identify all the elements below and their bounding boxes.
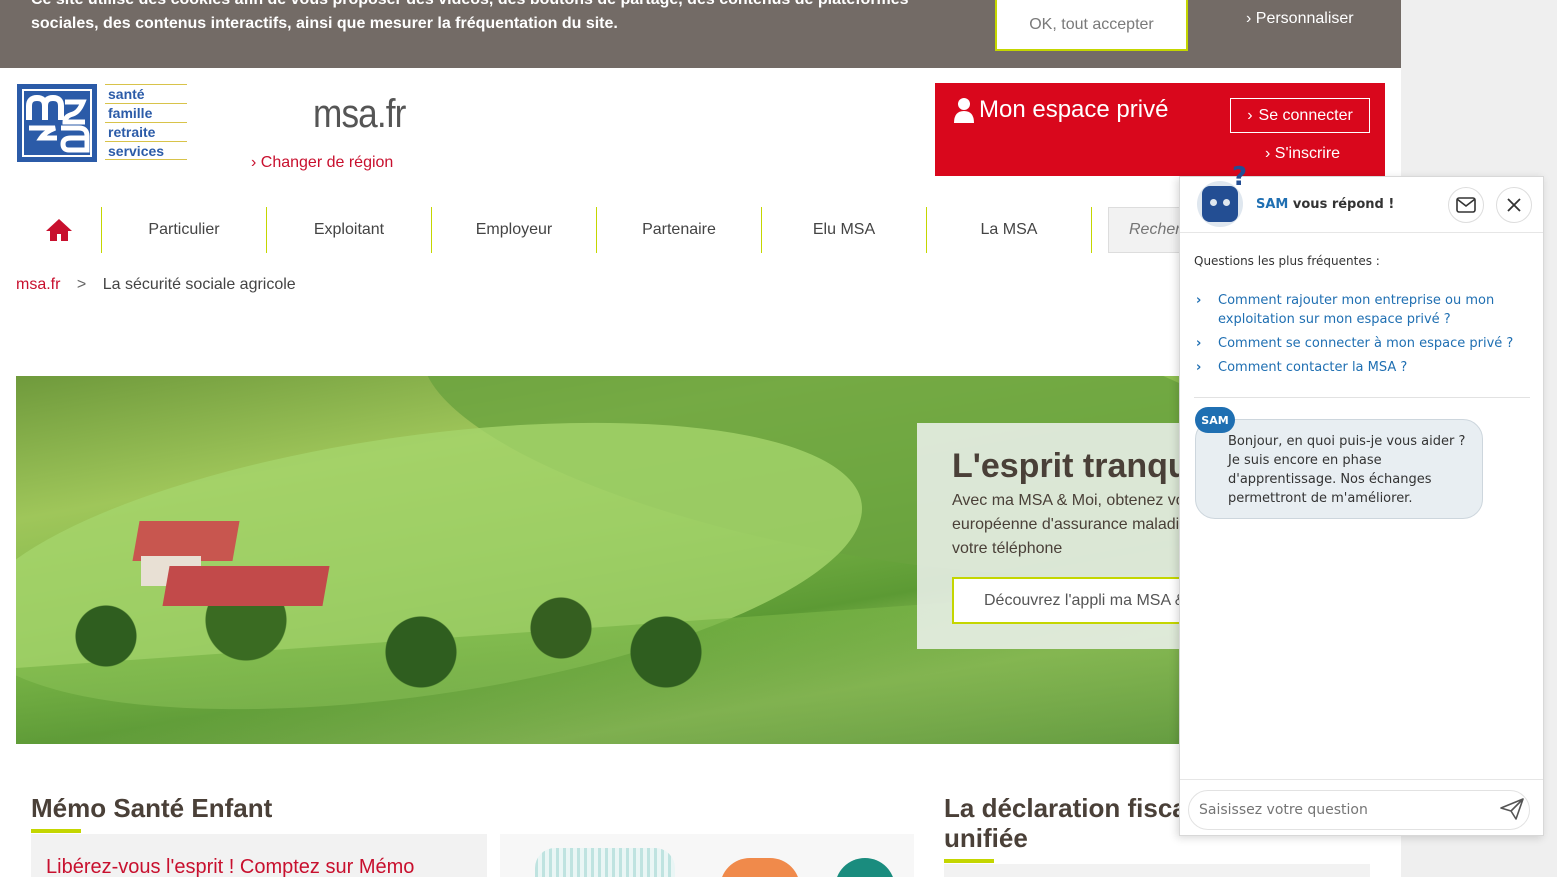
nav-item-elu-msa[interactable]: Elu MSA xyxy=(762,207,927,253)
chat-title: SAM vous répond ! xyxy=(1256,197,1394,212)
hero-title: L'esprit tranquille xyxy=(952,447,1187,485)
chevron-right-icon: › xyxy=(1196,293,1202,308)
question-mark-icon: ? xyxy=(1232,162,1248,192)
nav-item-employeur[interactable]: Employeur xyxy=(432,207,597,253)
accept-cookies-button[interactable]: OK, tout accepter xyxy=(995,0,1188,51)
logo-word: retraite xyxy=(105,122,187,141)
msa-logo[interactable]: santé famille retraite services xyxy=(17,84,187,162)
chat-input-area xyxy=(1180,779,1543,835)
register-link[interactable]: › S'inscrire xyxy=(1265,145,1340,163)
nav-home[interactable] xyxy=(16,207,102,253)
private-space-title: Mon espace privé xyxy=(953,96,1168,124)
chevron-right-icon: › xyxy=(1196,360,1202,375)
customize-cookies-link[interactable]: › Personnaliser xyxy=(1246,10,1354,28)
chat-question-input[interactable] xyxy=(1188,790,1530,830)
hero-card: L'esprit tranquille Avec ma MSA & Moi, o… xyxy=(917,423,1187,649)
private-space-panel: Mon espace privé › Se connecter › S'insc… xyxy=(935,83,1385,176)
sam-badge: SAM xyxy=(1195,407,1235,433)
faq-item-label: Comment contacter la MSA ? xyxy=(1218,360,1408,375)
user-icon xyxy=(954,98,974,123)
nav-item-particulier[interactable]: Particulier xyxy=(102,207,267,253)
nav-item-partenaire[interactable]: Partenaire xyxy=(597,207,762,253)
chat-close-button[interactable] xyxy=(1496,187,1532,223)
login-label: Se connecter xyxy=(1258,106,1353,124)
breadcrumb-home[interactable]: msa.fr xyxy=(16,276,60,293)
customize-label: Personnaliser xyxy=(1255,10,1354,27)
nav-item-la-msa[interactable]: La MSA xyxy=(927,207,1092,253)
mail-icon xyxy=(1456,197,1476,213)
hero-cta-button[interactable]: Découvrez l'appli ma MSA & Moi xyxy=(952,577,1187,624)
home-icon xyxy=(45,219,72,241)
msa-logo-mark xyxy=(17,84,97,162)
memo-section-title: Mémo Santé Enfant xyxy=(31,793,273,823)
breadcrumb-separator: > xyxy=(76,276,87,293)
faq-title: Questions les plus fréquentes : xyxy=(1194,254,1380,268)
chat-header: ? SAM vous répond ! xyxy=(1180,162,1543,233)
chat-widget: ? SAM vous répond ! Questions les plus f… xyxy=(1179,162,1544,836)
chevron-right-icon: › xyxy=(1247,106,1253,124)
faq-item[interactable]: › Comment se connecter à mon espace priv… xyxy=(1196,334,1526,353)
title-underline xyxy=(944,859,994,863)
main-nav: Particulier Exploitant Employeur Partena… xyxy=(16,207,1228,253)
faq-item[interactable]: › Comment rajouter mon entreprise ou mon… xyxy=(1196,291,1526,329)
chat-bot-name: SAM xyxy=(1256,197,1289,212)
faq-item[interactable]: › Comment contacter la MSA ? xyxy=(1196,358,1526,377)
change-region-link[interactable]: › Changer de région xyxy=(251,154,393,172)
chat-title-suffix: vous répond ! xyxy=(1292,197,1395,212)
breadcrumb-current: La sécurité sociale agricole xyxy=(102,276,296,293)
chat-email-button[interactable] xyxy=(1448,187,1484,223)
hero-description: Avec ma MSA & Moi, obtenez votre carte e… xyxy=(952,492,1187,557)
private-space-label: Mon espace privé xyxy=(979,96,1169,123)
change-region-label: Changer de région xyxy=(260,154,394,171)
faq-item-label: Comment rajouter mon entreprise ou mon e… xyxy=(1218,293,1495,327)
site-name: msa.fr xyxy=(313,92,406,136)
msa-logo-words: santé famille retraite services xyxy=(105,84,187,160)
send-icon[interactable] xyxy=(1500,798,1524,820)
memo-link[interactable]: Libérez-vous l'esprit ! Comptez sur Mémo xyxy=(46,856,414,877)
sam-avatar: ? xyxy=(1197,162,1247,227)
register-label: S'inscrire xyxy=(1274,145,1341,162)
chat-divider xyxy=(1194,397,1530,398)
faq-item-label: Comment se connecter à mon espace privé … xyxy=(1218,336,1514,351)
chevron-right-icon: › xyxy=(1265,145,1275,162)
chevron-right-icon: › xyxy=(251,154,261,171)
login-button[interactable]: › Se connecter xyxy=(1230,98,1370,133)
cookie-banner: Ce site utilise des cookies afin de vous… xyxy=(0,0,1401,68)
breadcrumb: msa.fr > La sécurité sociale agricole xyxy=(16,276,296,294)
logo-word: santé xyxy=(105,84,187,103)
bot-message: Bonjour, en quoi puis-je vous aider ? Je… xyxy=(1195,419,1483,519)
faq-list: › Comment rajouter mon entreprise ou mon… xyxy=(1196,291,1526,382)
logo-word: services xyxy=(105,141,187,160)
chevron-right-icon: › xyxy=(1196,336,1202,351)
declaration-card xyxy=(944,864,1370,877)
close-icon xyxy=(1507,198,1521,212)
title-underline xyxy=(31,829,81,833)
cookie-text: Ce site utilise des cookies afin de vous… xyxy=(31,0,909,32)
chevron-right-icon: › xyxy=(1246,10,1252,27)
robot-icon: ? xyxy=(1202,162,1247,222)
memo-illustration xyxy=(500,834,914,877)
logo-word: famille xyxy=(105,103,187,122)
nav-item-exploitant[interactable]: Exploitant xyxy=(267,207,432,253)
